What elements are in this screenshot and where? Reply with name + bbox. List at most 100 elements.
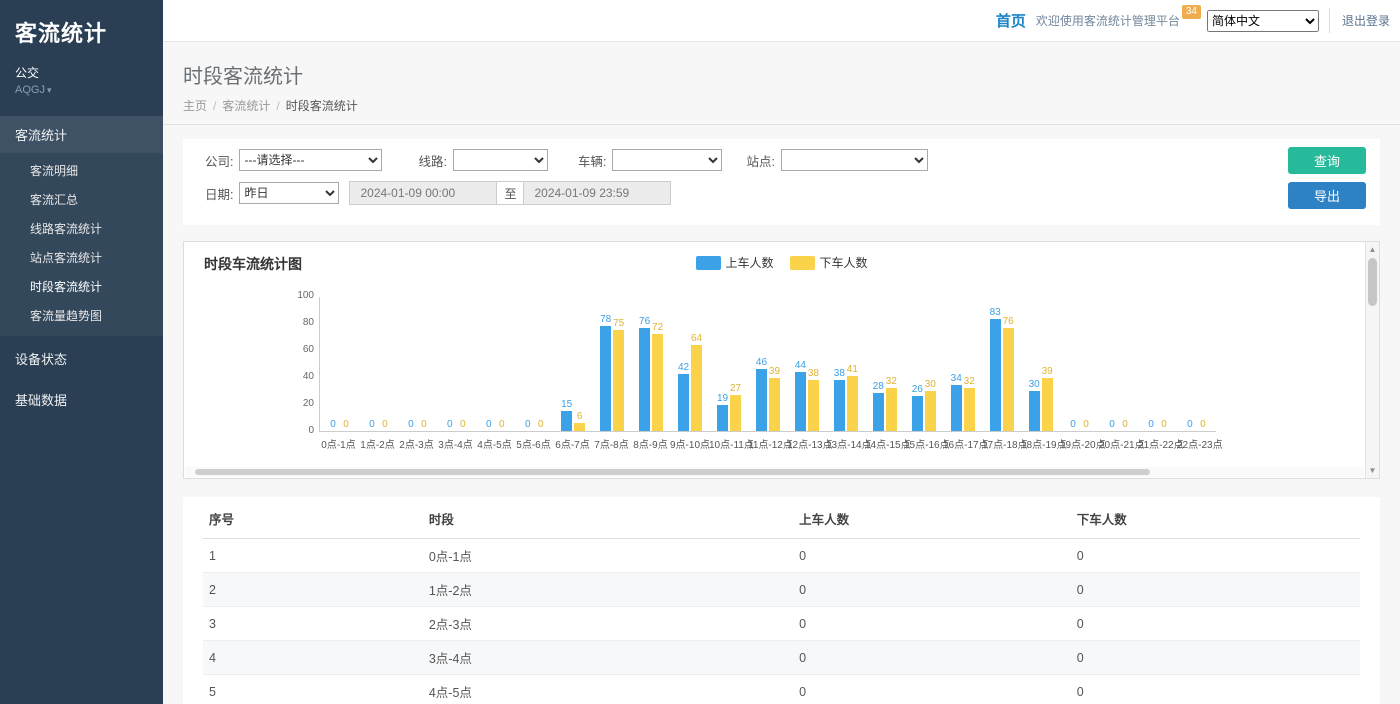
x-axis-label: 2点-3点	[397, 436, 436, 451]
bar-value-label: 30	[1029, 379, 1040, 390]
x-axis-label: 16点-17点	[943, 436, 982, 451]
user-name: AQGJ	[15, 84, 45, 96]
bar-group: 00	[320, 419, 359, 431]
table-cell: 0	[1071, 573, 1360, 607]
sidebar-item-line-stats[interactable]: 线路客流统计	[0, 214, 163, 243]
bar-value-label: 0	[408, 419, 414, 430]
x-axis-label: 22点-23点	[1177, 436, 1216, 451]
bar-group: 7672	[632, 316, 671, 431]
breadcrumb-item[interactable]: 主页	[183, 99, 207, 113]
table-header-cell: 时段	[423, 499, 793, 539]
x-axis-label: 6点-7点	[553, 436, 592, 451]
bar-value-label: 0	[1122, 419, 1128, 430]
sidebar-item-station-stats[interactable]: 站点客流统计	[0, 243, 163, 272]
query-button[interactable]: 查询	[1288, 147, 1366, 174]
export-button[interactable]: 导出	[1288, 182, 1366, 209]
sidebar-section-device-status[interactable]: 设备状态	[0, 340, 163, 377]
sidebar-section-base-data[interactable]: 基础数据	[0, 381, 163, 418]
user-menu[interactable]: AQGJ▾	[0, 81, 163, 112]
bar-group: 00	[1060, 419, 1099, 431]
bar-column: 32	[963, 376, 976, 431]
bar-value-label: 0	[460, 419, 466, 430]
bar	[795, 372, 806, 431]
bar-value-label: 0	[382, 419, 388, 430]
horizontal-scrollbar-thumb[interactable]	[195, 469, 1150, 475]
sidebar-item-passenger-detail[interactable]: 客流明细	[0, 156, 163, 185]
sidebar-submenu: 客流明细客流汇总线路客流统计站点客流统计时段客流统计客流量趋势图	[0, 153, 163, 336]
logout-link[interactable]: 退出登录	[1329, 8, 1392, 33]
bar-group: 00	[359, 419, 398, 431]
breadcrumb-item[interactable]: 客流统计	[222, 99, 270, 113]
bar	[574, 423, 585, 431]
bar-column: 41	[846, 364, 859, 431]
date-end-input[interactable]	[523, 181, 671, 205]
breadcrumb-separator: /	[276, 99, 279, 113]
bar	[691, 345, 702, 431]
page-title: 时段客流统计	[183, 60, 1380, 89]
home-link[interactable]: 首页	[996, 10, 1026, 31]
date-label: 日期:	[205, 184, 233, 203]
sidebar-item-passenger-summary[interactable]: 客流汇总	[0, 185, 163, 214]
legend-label: 下车人数	[820, 254, 868, 271]
notification-badge: 34	[1182, 5, 1201, 19]
bar-value-label: 30	[925, 379, 936, 390]
table-cell: 0	[1071, 675, 1360, 704]
x-axis-label: 5点-6点	[514, 436, 553, 451]
bar-column: 72	[651, 322, 664, 431]
x-axis-label: 7点-8点	[592, 436, 631, 451]
x-axis-label: 21点-22点	[1138, 436, 1177, 451]
bar-column: 6	[573, 411, 586, 431]
table-cell: 0	[1071, 539, 1360, 573]
x-axis-label: 20点-21点	[1099, 436, 1138, 451]
bar-column: 0	[417, 419, 430, 431]
bar	[990, 319, 1001, 431]
app-window: 客流统计 公交 AQGJ▾ 客流统计客流明细客流汇总线路客流统计站点客流统计时段…	[0, 0, 1400, 704]
bar	[730, 395, 741, 431]
bar-value-label: 75	[613, 318, 624, 329]
table-cell: 1	[203, 539, 423, 573]
sidebar-section-passenger-stats[interactable]: 客流统计	[0, 116, 163, 153]
date-start-input[interactable]	[349, 181, 497, 205]
bar-column: 0	[482, 419, 495, 431]
vehicle-select[interactable]	[612, 149, 722, 171]
bar-value-label: 0	[1187, 419, 1193, 430]
topbar: 首页 欢迎使用客流统计管理平台 34 简体中文 退出登录	[163, 0, 1400, 42]
bar-group: 00	[476, 419, 515, 431]
table-cell: 0	[793, 641, 1071, 675]
sidebar-item-period-stats[interactable]: 时段客流统计	[0, 272, 163, 301]
scroll-up-icon[interactable]: ▲	[1366, 245, 1379, 254]
bar-group: 4438	[787, 360, 826, 431]
y-axis-tick: 100	[282, 290, 314, 301]
chart-x-axis-labels: 0点-1点1点-2点2点-3点3点-4点4点-5点5点-6点6点-7点7点-8点…	[319, 436, 1216, 451]
vertical-scrollbar[interactable]: ▲ ▼	[1365, 242, 1379, 478]
date-preset-select[interactable]: 昨日	[239, 182, 339, 204]
horizontal-scrollbar[interactable]	[185, 467, 1364, 477]
company-select[interactable]: ---请选择---	[239, 149, 382, 171]
sidebar-item-trend-chart[interactable]: 客流量趋势图	[0, 301, 163, 330]
line-select[interactable]	[453, 149, 548, 171]
language-select[interactable]: 简体中文	[1207, 10, 1319, 32]
legend-item[interactable]: 下车人数	[790, 254, 868, 271]
legend-item[interactable]: 上车人数	[695, 254, 773, 271]
date-to-label: 至	[497, 181, 523, 205]
bar-column: 38	[807, 368, 820, 431]
legend-label: 上车人数	[725, 254, 773, 271]
scroll-down-icon[interactable]: ▼	[1366, 466, 1379, 475]
bar-value-label: 32	[964, 376, 975, 387]
app-logo: 客流统计	[0, 0, 163, 62]
station-select[interactable]	[781, 149, 928, 171]
bar-column: 0	[365, 419, 378, 431]
bar-column: 0	[404, 419, 417, 431]
vertical-scrollbar-thumb[interactable]	[1368, 258, 1377, 306]
x-axis-label: 3点-4点	[436, 436, 475, 451]
bar-column: 83	[989, 307, 1002, 431]
bar	[964, 388, 975, 431]
bar	[834, 380, 845, 431]
bar-value-label: 0	[538, 419, 544, 430]
bar-group: 00	[1138, 419, 1177, 431]
bar-column: 30	[1028, 379, 1041, 432]
station-label: 站点:	[746, 151, 774, 170]
y-axis-tick: 60	[282, 344, 314, 355]
bar-column: 0	[1144, 419, 1157, 431]
bar-column: 32	[885, 376, 898, 431]
